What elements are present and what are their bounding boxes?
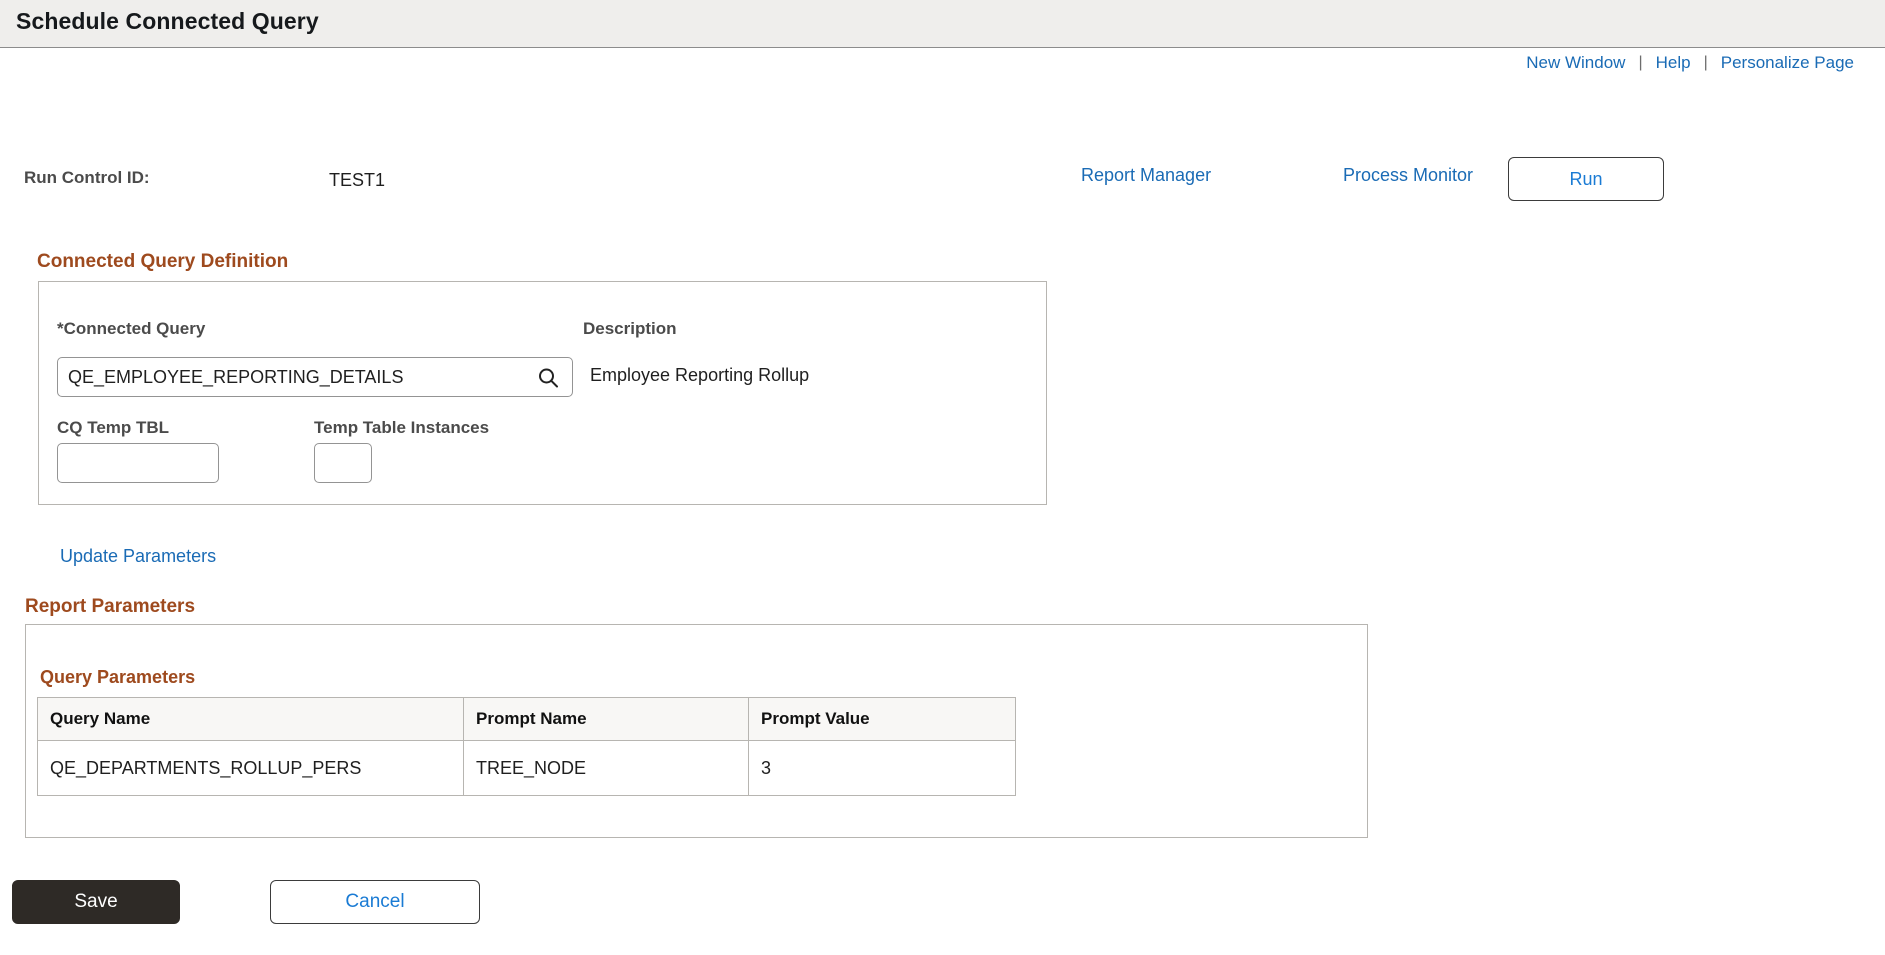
new-window-link[interactable]: New Window — [1513, 53, 1638, 73]
page-header: Schedule Connected Query — [0, 0, 1885, 48]
column-header-prompt-name: Prompt Name — [464, 698, 749, 741]
search-icon[interactable] — [536, 366, 560, 390]
update-parameters-link[interactable]: Update Parameters — [60, 546, 216, 567]
cell-prompt-name: TREE_NODE — [464, 741, 749, 796]
help-link[interactable]: Help — [1643, 53, 1704, 73]
column-header-prompt-value: Prompt Value — [749, 698, 1016, 741]
save-button[interactable]: Save — [12, 880, 180, 924]
table-header-row: Query Name Prompt Name Prompt Value — [38, 698, 1016, 741]
connected-query-label: *Connected Query — [57, 319, 205, 339]
cell-query-name: QE_DEPARTMENTS_ROLLUP_PERS — [38, 741, 464, 796]
connected-query-input[interactable] — [57, 357, 573, 397]
table-row: QE_DEPARTMENTS_ROLLUP_PERS TREE_NODE 3 — [38, 741, 1016, 796]
cq-temp-tbl-label: CQ Temp TBL — [57, 418, 169, 438]
cq-temp-tbl-input[interactable] — [57, 443, 219, 483]
report-parameters-heading: Report Parameters — [25, 596, 195, 618]
process-monitor-link[interactable]: Process Monitor — [1343, 165, 1473, 186]
run-control-id-label: Run Control ID: — [24, 168, 150, 188]
connected-query-definition-heading: Connected Query Definition — [37, 251, 288, 273]
description-label: Description — [583, 319, 677, 339]
column-header-query-name: Query Name — [38, 698, 464, 741]
cancel-button[interactable]: Cancel — [270, 880, 480, 924]
run-control-id-value: TEST1 — [329, 170, 385, 191]
personalize-page-link[interactable]: Personalize Page — [1708, 53, 1867, 73]
cell-prompt-value: 3 — [749, 741, 1016, 796]
utility-links: New Window | Help | Personalize Page — [1513, 53, 1867, 73]
query-parameters-heading: Query Parameters — [40, 667, 195, 688]
query-parameters-table: Query Name Prompt Name Prompt Value QE_D… — [37, 697, 1016, 796]
run-button[interactable]: Run — [1508, 157, 1664, 201]
temp-table-instances-input[interactable] — [314, 443, 372, 483]
temp-table-instances-label: Temp Table Instances — [314, 418, 489, 438]
page-title: Schedule Connected Query — [16, 8, 319, 35]
description-value: Employee Reporting Rollup — [590, 365, 809, 386]
report-manager-link[interactable]: Report Manager — [1081, 165, 1211, 186]
